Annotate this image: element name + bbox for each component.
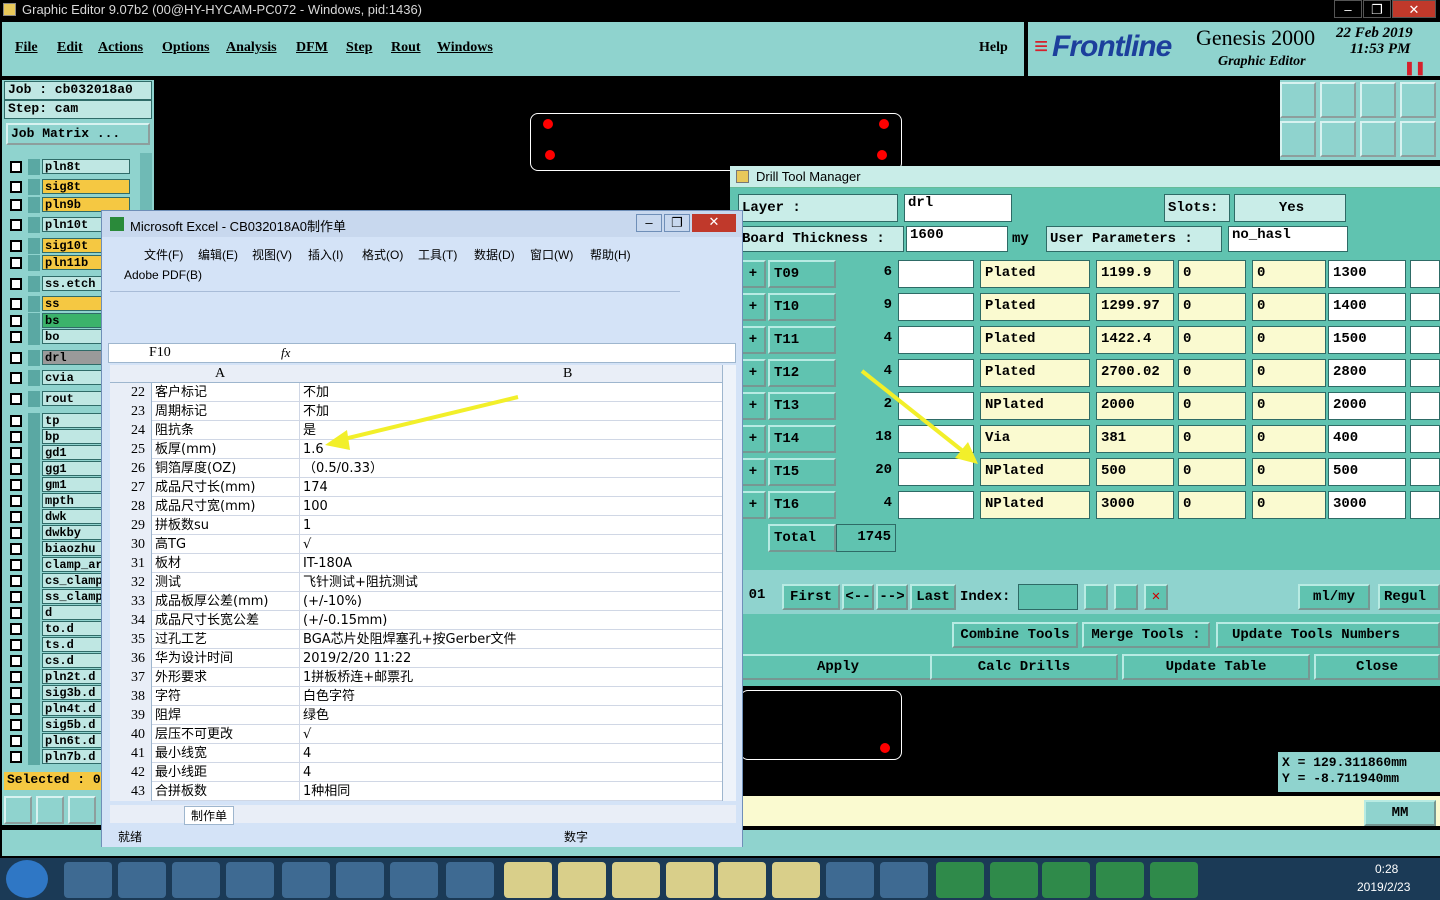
arrow-head [325, 430, 350, 450]
excel-task-4[interactable] [1096, 862, 1144, 898]
genesis-task-5[interactable] [718, 862, 766, 898]
clock-date: 2019/2/23 [1357, 880, 1411, 894]
genesis-task-3[interactable] [612, 862, 660, 898]
taskbar: 0:28 2019/2/23 [0, 858, 1440, 900]
network-icon[interactable] [446, 862, 494, 898]
genesis-task-4[interactable] [666, 862, 714, 898]
start-button[interactable] [6, 860, 48, 898]
excel-task-5[interactable] [1150, 862, 1198, 898]
arrow-line [860, 369, 966, 454]
annotation-arrows [325, 369, 978, 464]
eye-app-icon[interactable] [826, 862, 874, 898]
excel-task-2[interactable] [990, 862, 1038, 898]
ie-icon[interactable] [282, 862, 330, 898]
excel-task-1[interactable] [936, 862, 984, 898]
server-icon[interactable] [226, 862, 274, 898]
genesis-task-2[interactable] [558, 862, 606, 898]
frontline-app-icon[interactable] [390, 862, 438, 898]
genesis-task-1[interactable] [504, 862, 552, 898]
arrow-line [339, 395, 519, 442]
clock-time: 0:28 [1375, 862, 1399, 876]
explorer-icon[interactable] [118, 862, 166, 898]
browser-icon[interactable] [64, 862, 112, 898]
genesis-task-6[interactable] [772, 862, 820, 898]
save-icon[interactable] [172, 862, 220, 898]
excel-task-3[interactable] [1042, 862, 1090, 898]
red-app-icon[interactable] [336, 862, 384, 898]
word-icon[interactable] [880, 862, 928, 898]
